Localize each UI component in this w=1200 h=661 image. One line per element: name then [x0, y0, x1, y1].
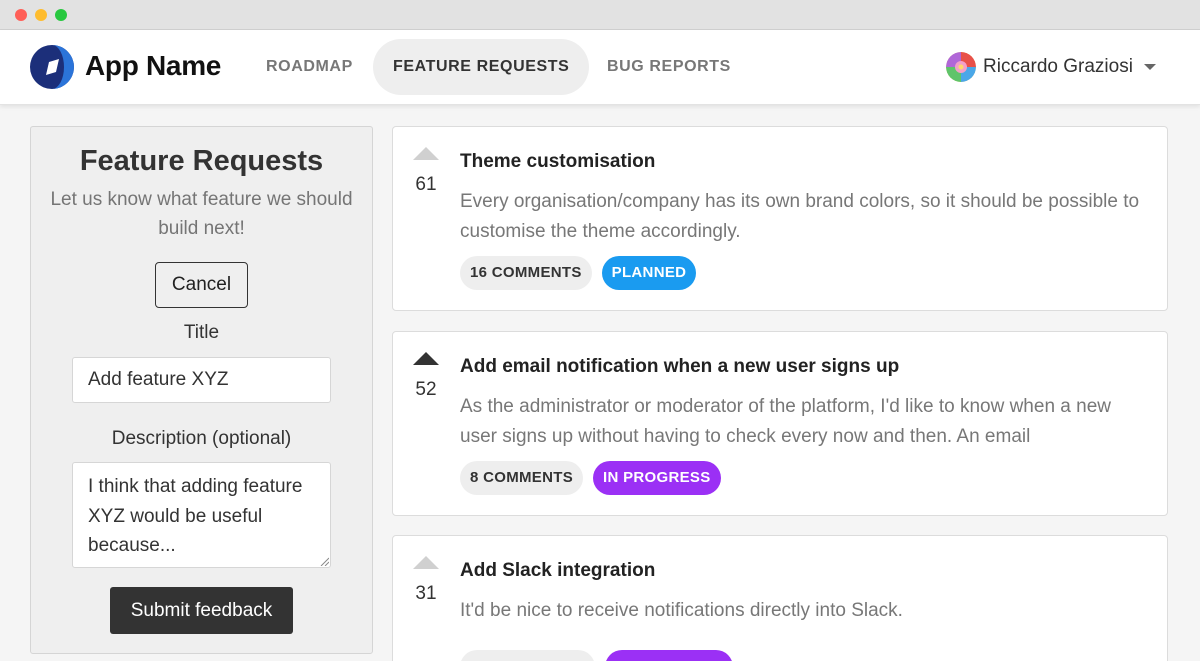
sidebar-subtitle: Let us know what feature we should build… [50, 189, 353, 239]
app-logo-icon[interactable] [30, 45, 74, 89]
title-label: Title [183, 322, 220, 343]
description-label: Description (optional) [111, 428, 292, 449]
post-badges: 16 COMMENTS PLANNED [460, 256, 706, 290]
avatar-icon [946, 52, 976, 82]
post-title[interactable]: Add email notification when a new user s… [460, 356, 899, 378]
nav-link-feature-requests[interactable]: FEATURE REQUESTS [373, 39, 590, 95]
comments-badge[interactable]: 16 COMMENTS [460, 256, 592, 290]
post-badges: 8 COMMENTS IN PROGRESS [460, 461, 731, 495]
post-description: As the administrator or moderator of the… [460, 396, 1111, 447]
vote-count: 31 [415, 583, 437, 604]
minimize-window-button[interactable] [35, 9, 47, 21]
submit-feedback-button[interactable]: Submit feedback [110, 587, 293, 634]
nav-link-bug-reports[interactable]: BUG REPORTS [587, 39, 751, 95]
resize-handle-icon[interactable] [319, 556, 329, 566]
post-description: It'd be nice to receive notifications di… [460, 600, 903, 621]
upvote-icon[interactable] [413, 556, 439, 569]
comments-badge[interactable]: 8 COMMENTS [460, 461, 584, 495]
post-description: Every organisation/company has its own b… [460, 191, 1140, 242]
status-badge [605, 650, 733, 661]
cancel-button[interactable]: Cancel [155, 262, 248, 308]
maximize-window-button[interactable] [55, 9, 67, 21]
nav-link-roadmap[interactable]: ROADMAP [246, 39, 373, 95]
status-badge: PLANNED [601, 256, 697, 290]
post-card[interactable]: 52 Add email notification when a new use… [392, 331, 1168, 516]
comments-badge[interactable] [460, 650, 595, 661]
top-navbar: App Name ROADMAP FEATURE REQUESTS BUG RE… [0, 30, 1200, 105]
post-badges [460, 650, 743, 661]
new-post-form: Feature Requests Let us know what featur… [30, 126, 373, 654]
upvote-icon[interactable] [413, 352, 439, 365]
app-name[interactable]: App Name [85, 50, 221, 82]
sidebar-title: Feature Requests [79, 145, 324, 177]
post-title[interactable]: Add Slack integration [460, 560, 655, 582]
user-name: Riccardo Graziosi [983, 56, 1133, 77]
post-title[interactable]: Theme customisation [460, 151, 655, 173]
post-card[interactable]: 61 Theme customisation Every organisatio… [392, 126, 1168, 311]
status-badge: IN PROGRESS [593, 461, 721, 495]
caret-down-icon [1143, 64, 1156, 70]
description-textarea[interactable]: I think that adding feature XYZ would be… [72, 462, 331, 568]
upvote-icon[interactable] [413, 147, 439, 160]
vote-count: 61 [415, 174, 437, 195]
post-card[interactable]: 31 Add Slack integration It'd be nice to… [392, 535, 1168, 661]
title-input[interactable] [72, 357, 331, 403]
vote-count: 52 [415, 379, 437, 400]
user-menu[interactable]: Riccardo Graziosi [946, 51, 1156, 83]
window-titlebar [0, 0, 1200, 30]
close-window-button[interactable] [15, 9, 27, 21]
